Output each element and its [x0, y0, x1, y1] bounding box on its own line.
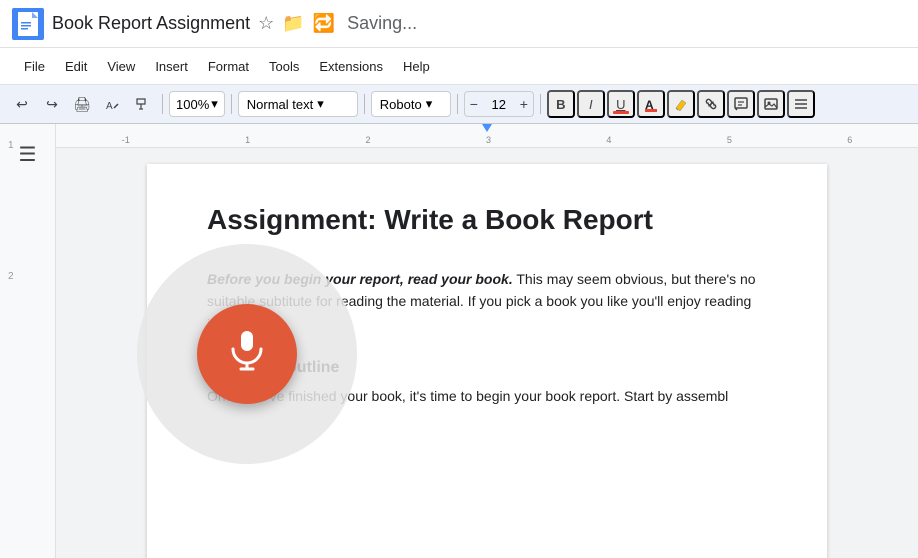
ruler-mark: 5 — [727, 135, 732, 145]
style-selector[interactable]: Normal text ▾ — [238, 91, 358, 117]
separator-1 — [162, 94, 163, 114]
ruler-mark: 2 — [366, 135, 371, 145]
font-size-box: − + — [464, 91, 534, 117]
undo-button[interactable]: ↩ — [8, 90, 36, 118]
paintformat-button[interactable] — [128, 90, 156, 118]
font-size-increase[interactable]: + — [515, 91, 533, 117]
folder-icon[interactable]: 📁 — [282, 13, 304, 34]
link-button[interactable] — [697, 90, 725, 118]
ruler-cursor-triangle — [482, 124, 492, 132]
star-icon[interactable]: ☆ — [258, 13, 274, 34]
menu-bar: File Edit View Insert Format Tools Exten… — [0, 48, 918, 84]
style-chevron: ▾ — [317, 96, 324, 112]
ruler-marks: -1 1 2 3 4 5 6 — [64, 135, 910, 147]
voice-input-button[interactable] — [197, 304, 297, 404]
toolbar: ↩ ↪ 🖨 A 100% ▾ Normal text ▾ Roboto ▾ − … — [0, 84, 918, 124]
font-size-input[interactable] — [483, 97, 515, 112]
menu-extensions[interactable]: Extensions — [311, 55, 391, 78]
ruler-mark: 1 — [245, 135, 250, 145]
page-margin-numbers: 1 2 — [0, 140, 14, 282]
highlight-button[interactable] — [667, 90, 695, 118]
separator-2 — [231, 94, 232, 114]
title-info: Book Report Assignment ☆ 📁 🔁 Saving... — [52, 13, 906, 34]
menu-view[interactable]: View — [99, 55, 143, 78]
ruler-inner: -1 1 2 3 4 5 6 — [56, 124, 918, 147]
font-value: Roboto — [380, 97, 422, 112]
more-options-button[interactable] — [787, 90, 815, 118]
text-color-button[interactable]: A — [637, 90, 665, 118]
microphone-icon — [225, 327, 269, 382]
separator-3 — [364, 94, 365, 114]
italic-button[interactable]: I — [577, 90, 605, 118]
font-selector[interactable]: Roboto ▾ — [371, 91, 451, 117]
page-num-1: 1 — [8, 140, 14, 151]
font-size-decrease[interactable]: − — [465, 91, 483, 117]
ruler-mark: -1 — [122, 135, 130, 145]
underline-color-bar — [613, 111, 629, 114]
app-icon — [12, 8, 44, 40]
redo-button[interactable]: ↪ — [38, 90, 66, 118]
menu-file[interactable]: File — [16, 55, 53, 78]
title-icons: ☆ 📁 🔁 Saving... — [258, 13, 417, 34]
ruler: -1 1 2 3 4 5 6 — [56, 124, 918, 148]
title-bar: Book Report Assignment ☆ 📁 🔁 Saving... — [0, 0, 918, 48]
insert-image-button[interactable] — [757, 90, 785, 118]
document-title[interactable]: Book Report Assignment — [52, 13, 250, 34]
zoom-value: 100% — [176, 97, 209, 112]
menu-edit[interactable]: Edit — [57, 55, 95, 78]
cloud-icon[interactable]: 🔁 — [313, 13, 335, 34]
menu-help[interactable]: Help — [395, 55, 438, 78]
document-heading: Assignment: Write a Book Report — [207, 204, 767, 236]
page-area: -1 1 2 3 4 5 6 — [56, 124, 918, 558]
bold-button[interactable]: B — [547, 90, 575, 118]
separator-5 — [540, 94, 541, 114]
menu-tools[interactable]: Tools — [261, 55, 307, 78]
menu-insert[interactable]: Insert — [147, 55, 196, 78]
saving-status: Saving... — [347, 13, 417, 34]
menu-format[interactable]: Format — [200, 55, 257, 78]
spellcheck-button[interactable]: A — [98, 90, 126, 118]
zoom-selector[interactable]: 100% ▾ — [169, 91, 225, 117]
underline-letter: U — [616, 97, 625, 112]
insert-comment-button[interactable] — [727, 90, 755, 118]
svg-text:A: A — [106, 101, 113, 112]
voice-overlay — [137, 244, 357, 464]
page-num-2: 2 — [8, 271, 14, 282]
document-page[interactable]: Assignment: Write a Book Report Before y… — [147, 164, 827, 558]
ruler-mark: 3 — [486, 135, 491, 145]
outline-icon[interactable]: ☰ — [13, 136, 43, 173]
zoom-chevron: ▾ — [211, 96, 218, 112]
ruler-mark: 4 — [606, 135, 611, 145]
style-value: Normal text — [247, 97, 313, 112]
sidebar: ☰ 1 2 — [0, 124, 56, 558]
font-chevron: ▾ — [426, 96, 433, 112]
separator-4 — [457, 94, 458, 114]
ruler-mark: 6 — [847, 135, 852, 145]
title-row: Book Report Assignment ☆ 📁 🔁 Saving... — [52, 13, 906, 34]
print-button[interactable]: 🖨 — [68, 90, 96, 118]
main-area: ☰ 1 2 -1 1 2 3 4 5 6 — [0, 124, 918, 558]
underline-button[interactable]: U — [607, 90, 635, 118]
